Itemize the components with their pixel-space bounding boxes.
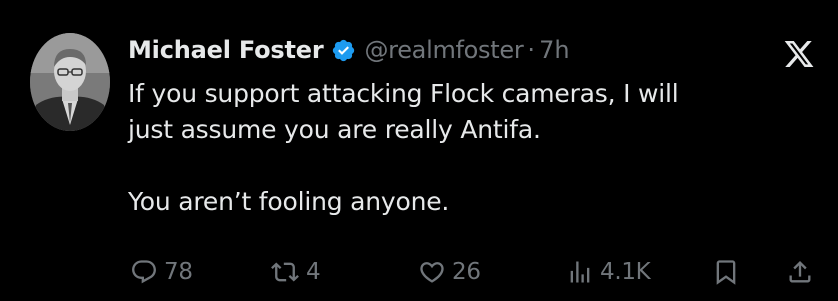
like-count: 26 <box>452 259 481 285</box>
reply-icon <box>132 260 156 284</box>
separator-dot: · <box>527 36 536 64</box>
verified-badge-icon <box>331 38 356 63</box>
repost-button[interactable]: 4 <box>270 254 321 290</box>
tweet-text-line: just assume you are really Antifa. <box>128 115 541 144</box>
repost-count: 4 <box>306 259 321 285</box>
reply-count: 78 <box>164 259 193 285</box>
views-icon <box>570 261 590 283</box>
heart-icon <box>420 262 444 283</box>
tweet-card[interactable]: Michael Foster @realmfoster · 7h If you … <box>0 0 838 301</box>
share-button[interactable] <box>786 254 814 290</box>
x-logo-icon[interactable] <box>782 38 816 70</box>
repost-icon <box>271 262 299 282</box>
tweet-text-line: If you support attacking Flock cameras, … <box>128 79 679 108</box>
view-count: 4.1K <box>600 259 651 285</box>
tweet-header: Michael Foster @realmfoster · 7h <box>128 32 570 68</box>
avatar-photo <box>30 33 110 131</box>
bookmark-button[interactable] <box>712 254 740 290</box>
author-display-name[interactable]: Michael Foster <box>128 36 324 64</box>
tweet-text: If you support attacking Flock cameras, … <box>128 76 808 220</box>
like-button[interactable]: 26 <box>418 254 481 290</box>
action-bar: 78 4 26 4.1K <box>0 254 838 290</box>
tweet-timestamp[interactable]: 7h <box>539 36 569 64</box>
views-button[interactable]: 4.1K <box>566 254 651 290</box>
tweet-text-line: You aren’t fooling anyone. <box>128 187 450 216</box>
bookmark-icon <box>716 260 736 285</box>
reply-button[interactable]: 78 <box>130 254 193 290</box>
share-icon <box>789 261 811 283</box>
avatar[interactable] <box>30 33 110 131</box>
author-handle[interactable]: @realmfoster <box>364 36 523 64</box>
